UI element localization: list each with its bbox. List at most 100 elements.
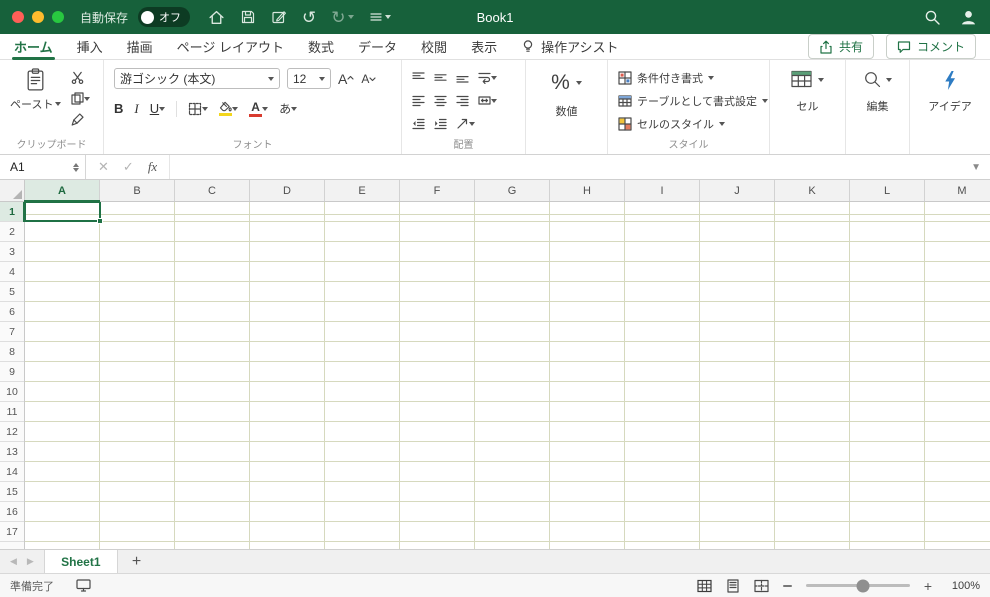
editing-button[interactable]: 編集 [852,70,903,114]
undo-icon[interactable]: ↺ [302,9,316,26]
cells-button[interactable]: セル [776,70,839,114]
bold-button[interactable]: B [114,101,123,116]
phonetic-guide-button[interactable]: あ [279,100,298,117]
share-button[interactable]: 共有 [807,34,874,59]
formula-input[interactable] [170,155,962,179]
enter-icon[interactable]: ✓ [123,159,134,175]
name-box-stepper[interactable] [73,162,81,172]
wrap-text-icon[interactable] [478,71,497,84]
cell-grid[interactable] [0,202,990,549]
text-orientation-icon[interactable] [456,117,475,130]
paste-button[interactable]: ペースト [10,68,62,126]
column-header-E[interactable]: E [325,180,400,201]
fill-handle[interactable] [97,218,103,224]
cell-styles-button[interactable]: セルのスタイル [618,114,763,133]
zoom-in-button[interactable]: + [924,579,932,593]
page-layout-view-icon[interactable] [726,578,740,593]
row-header-3[interactable]: 3 [0,242,24,262]
tab-ホーム[interactable]: ホーム [12,34,55,60]
column-header-H[interactable]: H [550,180,625,201]
align-right-icon[interactable] [456,94,469,107]
column-header-B[interactable]: B [100,180,175,201]
conditional-formatting-button[interactable]: 条件付き書式 [618,68,763,87]
align-top-icon[interactable] [412,71,425,84]
zoom-slider[interactable] [805,579,910,592]
column-header-C[interactable]: C [175,180,250,201]
column-header-I[interactable]: I [625,180,700,201]
row-header-11[interactable]: 11 [0,402,24,422]
copy-icon[interactable] [71,92,91,105]
column-header-L[interactable]: L [850,180,925,201]
tab-挿入[interactable]: 挿入 [77,34,103,60]
zoom-out-button[interactable] [782,584,792,587]
row-header-5[interactable]: 5 [0,282,24,302]
display-settings-icon[interactable] [76,579,91,592]
row-header-12[interactable]: 12 [0,422,24,442]
align-center-icon[interactable] [434,94,447,107]
row-header-2[interactable]: 2 [0,222,24,242]
row-header-10[interactable]: 10 [0,382,24,402]
close-window-button[interactable] [12,11,24,23]
increase-indent-icon[interactable] [434,117,447,130]
row-header-4[interactable]: 4 [0,262,24,282]
sheet-tab-sheet1[interactable]: Sheet1 [43,550,118,573]
prev-sheet-icon[interactable]: ◀ [10,556,17,567]
tab-tell-me[interactable]: 操作アシスト [521,34,619,60]
column-header-A[interactable]: A [24,180,100,202]
page-break-preview-icon[interactable] [754,579,769,593]
zoom-slider-thumb[interactable] [856,579,870,592]
column-header-F[interactable]: F [400,180,475,201]
column-header-D[interactable]: D [250,180,325,201]
ideas-button[interactable]: アイデア [916,70,984,114]
name-box[interactable]: A1 [0,155,86,179]
font-color-button[interactable]: A [249,101,269,117]
fill-color-button[interactable] [219,101,239,116]
cancel-icon[interactable]: ✕ [98,159,109,175]
increase-font-size-button[interactable]: A [338,71,354,87]
cut-icon[interactable] [71,71,90,84]
save-as-icon[interactable] [271,9,287,25]
align-left-icon[interactable] [412,94,425,107]
normal-view-icon[interactable] [697,579,712,593]
column-header-J[interactable]: J [700,180,775,201]
decrease-font-size-button[interactable]: A [361,72,376,86]
tab-表示[interactable]: 表示 [471,34,497,60]
number-format-button[interactable]: % 数値 [532,72,601,119]
add-sheet-button[interactable]: + [118,550,155,573]
row-header-6[interactable]: 6 [0,302,24,322]
minimize-window-button[interactable] [32,11,44,23]
formula-bar-expand-icon[interactable]: ▼ [962,162,990,173]
row-header-9[interactable]: 9 [0,362,24,382]
italic-button[interactable]: I [134,101,138,117]
row-header-8[interactable]: 8 [0,342,24,362]
customize-quick-access-icon[interactable] [369,10,391,24]
merge-center-icon[interactable] [478,94,497,107]
search-icon[interactable] [924,9,941,26]
tab-描画[interactable]: 描画 [127,34,153,60]
tab-ページ レイアウト[interactable]: ページ レイアウト [177,34,284,60]
borders-button[interactable] [188,102,209,116]
underline-button[interactable]: U [150,101,166,116]
autosave-toggle[interactable]: オフ [138,7,191,27]
decrease-indent-icon[interactable] [412,117,425,130]
align-middle-icon[interactable] [434,71,447,84]
row-header-7[interactable]: 7 [0,322,24,342]
row-header-1[interactable]: 1 [0,201,25,222]
row-header-17[interactable]: 17 [0,522,24,542]
row-header-15[interactable]: 15 [0,482,24,502]
home-icon[interactable] [208,9,225,26]
tab-データ[interactable]: データ [358,34,397,60]
font-size-select[interactable]: 12 [287,68,331,89]
redo-icon[interactable]: ↻ [331,9,354,26]
format-painter-icon[interactable] [71,113,90,126]
align-bottom-icon[interactable] [456,71,469,84]
zoom-window-button[interactable] [52,11,64,23]
row-header-16[interactable]: 16 [0,502,24,522]
save-icon[interactable] [240,9,256,25]
row-header-13[interactable]: 13 [0,442,24,462]
row-header-14[interactable]: 14 [0,462,24,482]
font-name-select[interactable]: 游ゴシック (本文) [114,68,280,89]
select-all-corner[interactable] [0,180,25,201]
tab-校閲[interactable]: 校閲 [421,34,447,60]
column-header-K[interactable]: K [775,180,850,201]
